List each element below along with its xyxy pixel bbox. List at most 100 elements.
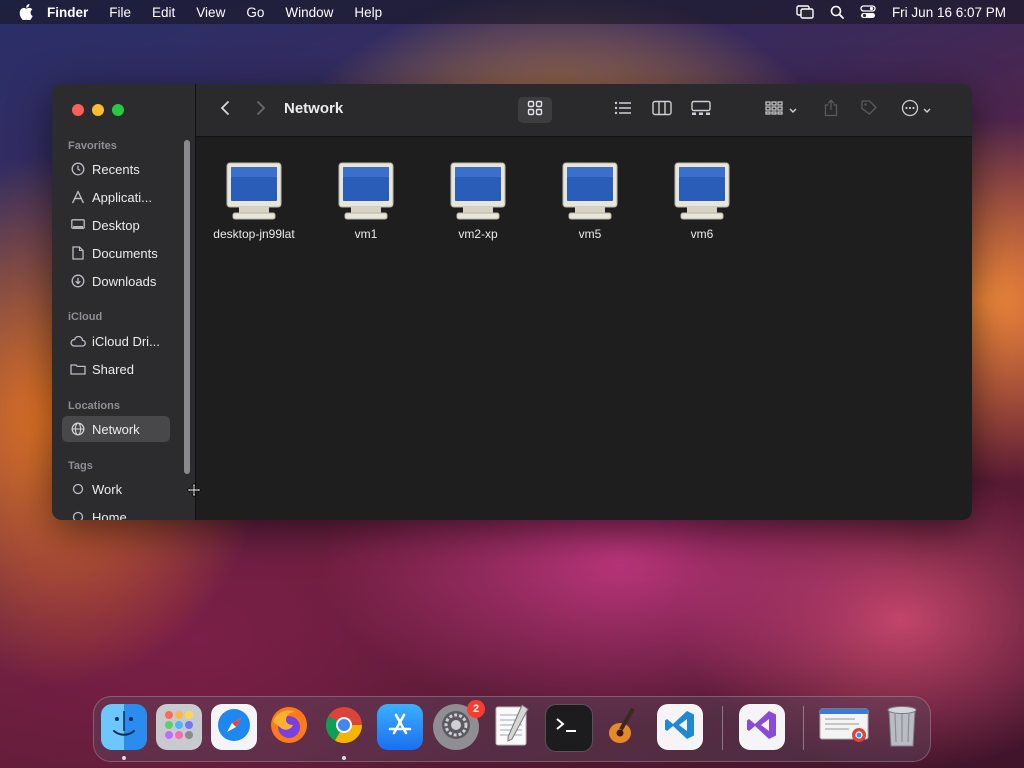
dock-trash[interactable]	[879, 704, 925, 750]
dock-launchpad[interactable]	[156, 704, 202, 750]
forward-button[interactable]	[250, 97, 272, 123]
sidebar-header-favorites: Favorites	[68, 140, 117, 152]
menu-finder[interactable]: Finder	[47, 5, 88, 20]
list-view-icon	[614, 101, 632, 120]
applications-icon	[70, 189, 86, 205]
network-computer-item[interactable]: vm2-xp	[422, 161, 534, 241]
compass-icon	[215, 706, 253, 749]
back-button[interactable]	[214, 97, 236, 123]
chevron-down-icon	[789, 101, 797, 119]
firefox-icon	[268, 704, 310, 751]
dock-app-store[interactable]	[377, 704, 423, 750]
sidebar-item-applications[interactable]: Applicati...	[62, 184, 170, 210]
dock-safari[interactable]	[211, 704, 257, 750]
sidebar-item-icloud-drive[interactable]: iCloud Dri...	[62, 328, 170, 354]
sidebar-item-recents[interactable]: Recents	[62, 156, 170, 182]
computer-monitor-icon	[561, 161, 619, 221]
vscode-icon	[663, 708, 697, 747]
sidebar-header-tags: Tags	[68, 460, 93, 472]
menu-window[interactable]: Window	[285, 5, 333, 20]
sidebar-item-network[interactable]: Network	[62, 416, 170, 442]
group-by-button[interactable]	[760, 97, 802, 123]
dock-firefox[interactable]	[266, 704, 312, 750]
close-window-button[interactable]	[72, 104, 84, 116]
sidebar-item-downloads[interactable]: Downloads	[62, 268, 170, 294]
sidebar-item-label: Work	[92, 481, 123, 497]
trash-icon	[883, 702, 921, 753]
menu-help[interactable]: Help	[354, 5, 382, 20]
sidebar-item-label: Shared	[92, 361, 134, 377]
cloud-icon	[70, 333, 86, 349]
item-name: vm2-xp	[458, 227, 498, 241]
dock-preview-document[interactable]	[819, 704, 869, 750]
sidebar-scrollbar[interactable]	[184, 140, 190, 474]
dock-textedit[interactable]	[489, 703, 535, 752]
group-grid-icon	[765, 100, 785, 120]
textedit-page-icon	[492, 703, 532, 752]
dock-separator	[722, 706, 723, 750]
menu-edit[interactable]: Edit	[152, 5, 175, 20]
menu-go[interactable]: Go	[246, 5, 264, 20]
finder-sidebar: Favorites Recents Applicati... Desktop D…	[52, 84, 196, 520]
column-view-icon	[652, 100, 672, 121]
sidebar-item-label: Downloads	[92, 273, 157, 289]
sidebar-item-shared[interactable]: Shared	[62, 356, 170, 382]
download-icon	[70, 273, 86, 289]
item-name: vm6	[690, 227, 714, 241]
tag-circle-icon	[70, 481, 86, 497]
network-computer-item[interactable]: desktop-jn99lat	[198, 161, 310, 241]
desktop-icon	[70, 217, 86, 233]
network-computer-item[interactable]: vm5	[534, 161, 646, 241]
screen-mirroring-icon[interactable]	[796, 5, 814, 19]
running-indicator	[122, 756, 126, 760]
dock-system-settings[interactable]: 2	[433, 700, 485, 750]
dock-terminal[interactable]	[545, 704, 593, 752]
control-center-icon[interactable]	[860, 5, 876, 19]
sidebar-item-documents[interactable]: Documents	[62, 240, 170, 266]
sidebar-item-tag-home[interactable]: Home	[62, 504, 170, 520]
notification-badge: 2	[467, 700, 485, 718]
icon-view-button[interactable]	[518, 97, 552, 123]
item-name: desktop-jn99lat	[213, 227, 295, 241]
menu-file[interactable]: File	[109, 5, 131, 20]
window-controls	[72, 104, 124, 116]
sidebar-item-label: Applicati...	[92, 189, 152, 205]
tag-button[interactable]	[856, 97, 882, 123]
finder-window: Favorites Recents Applicati... Desktop D…	[52, 84, 972, 520]
dock-chrome[interactable]	[321, 704, 367, 750]
spotlight-search-icon[interactable]	[830, 5, 844, 19]
gallery-view-button[interactable]	[684, 97, 718, 123]
guitar-icon	[604, 703, 644, 752]
dock-vscode[interactable]	[657, 704, 703, 750]
item-name: vm5	[578, 227, 602, 241]
computer-monitor-icon	[225, 161, 283, 221]
dock-finder[interactable]	[101, 704, 147, 750]
chevron-left-icon	[220, 100, 230, 121]
sidebar-item-label: Home	[92, 509, 127, 521]
network-computer-item[interactable]: vm6	[646, 161, 758, 241]
minimize-window-button[interactable]	[92, 104, 104, 116]
tag-circle-icon	[70, 509, 86, 520]
menu-clock[interactable]: Fri Jun 16 6:07 PM	[892, 5, 1006, 20]
menu-view[interactable]: View	[196, 5, 225, 20]
sidebar-item-label: Network	[92, 421, 140, 437]
sidebar-item-label: Recents	[92, 161, 140, 177]
column-view-button[interactable]	[645, 97, 679, 123]
sidebar-item-label: Documents	[92, 245, 158, 261]
zoom-window-button[interactable]	[112, 104, 124, 116]
chevron-down-icon	[923, 101, 931, 119]
chrome-icon	[323, 704, 365, 751]
network-computer-item[interactable]: vm1	[310, 161, 422, 241]
apple-menu-icon[interactable]	[19, 4, 35, 20]
globe-icon	[70, 421, 86, 437]
tag-icon	[860, 99, 878, 122]
share-button[interactable]	[818, 97, 844, 123]
dock-garageband[interactable]	[601, 704, 647, 750]
dock-visual-studio[interactable]	[739, 704, 785, 750]
sidebar-item-tag-work[interactable]: Work	[62, 476, 170, 502]
sidebar-item-desktop[interactable]: Desktop	[62, 212, 170, 238]
sidebar-item-label: Desktop	[92, 217, 140, 233]
list-view-button[interactable]	[606, 97, 640, 123]
running-indicator	[342, 756, 346, 760]
action-menu-button[interactable]	[896, 97, 936, 123]
